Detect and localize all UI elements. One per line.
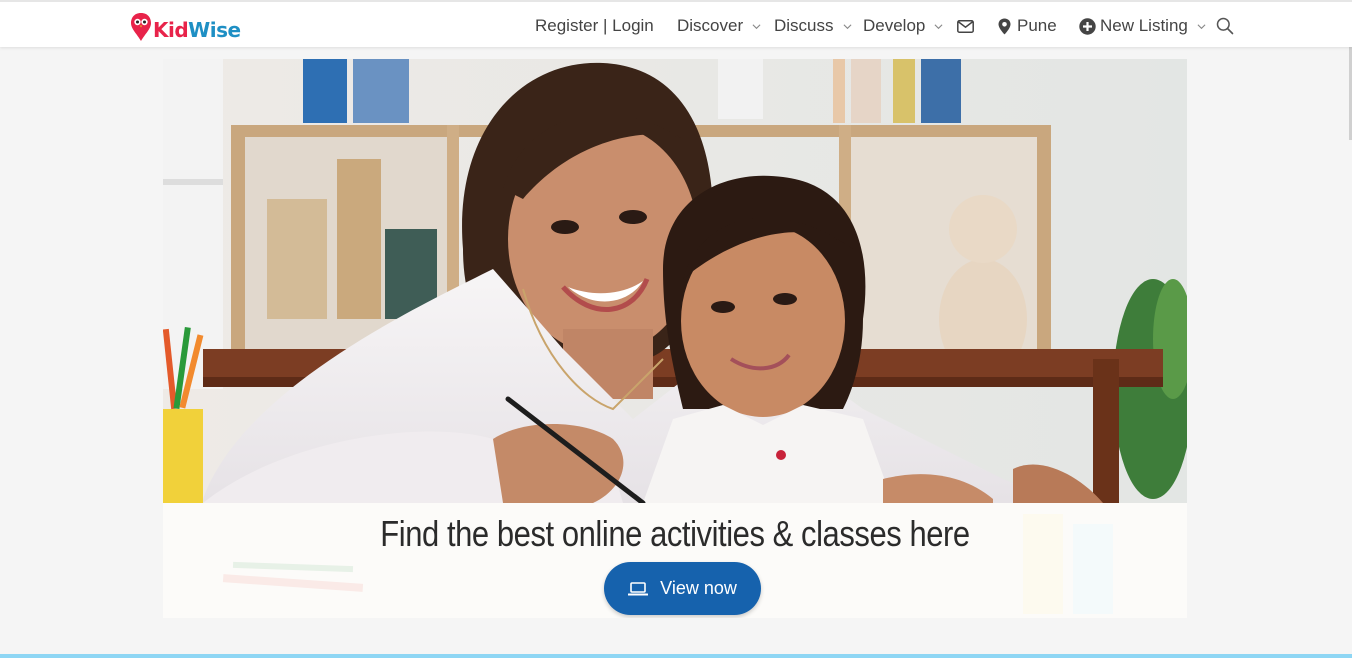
laptop-icon — [628, 581, 649, 595]
messages-link[interactable] — [957, 14, 974, 38]
chevron-down-icon — [843, 23, 851, 29]
main-nav: Register | Login Discover Discuss Develo… — [0, 2, 1352, 49]
map-marker-icon — [998, 18, 1011, 34]
view-now-label: View now — [660, 578, 737, 598]
hero-title: Find the best online activities & classe… — [380, 513, 970, 554]
location-label: Pune — [1017, 16, 1057, 35]
new-listing-menu[interactable]: New Listing — [1079, 14, 1206, 38]
search-button[interactable] — [1216, 14, 1234, 38]
chevron-down-icon — [752, 23, 761, 29]
plus-circle-icon — [1079, 17, 1096, 35]
nav-develop[interactable]: Develop — [863, 14, 943, 38]
nav-discuss-label: Discuss — [774, 16, 834, 35]
new-listing-label: New Listing — [1100, 16, 1188, 35]
hero-banner: Find the best online activities & classe… — [163, 59, 1187, 618]
chevron-down-icon — [934, 23, 943, 29]
section-divider — [0, 654, 1352, 658]
chevron-down-icon — [1197, 23, 1206, 29]
nav-develop-label: Develop — [863, 16, 926, 35]
nav-discover-label: Discover — [677, 16, 744, 35]
location-selector[interactable]: Pune — [998, 14, 1057, 38]
nav-discover[interactable]: Discover — [677, 14, 761, 38]
top-navbar: KidWise Register | Login Discover Discus… — [0, 0, 1352, 47]
search-icon — [1216, 17, 1234, 35]
nav-discuss[interactable]: Discuss — [774, 14, 852, 38]
envelope-icon — [957, 19, 974, 33]
view-now-button[interactable]: View now — [604, 562, 761, 615]
register-login-link[interactable]: Register | Login — [535, 14, 654, 38]
